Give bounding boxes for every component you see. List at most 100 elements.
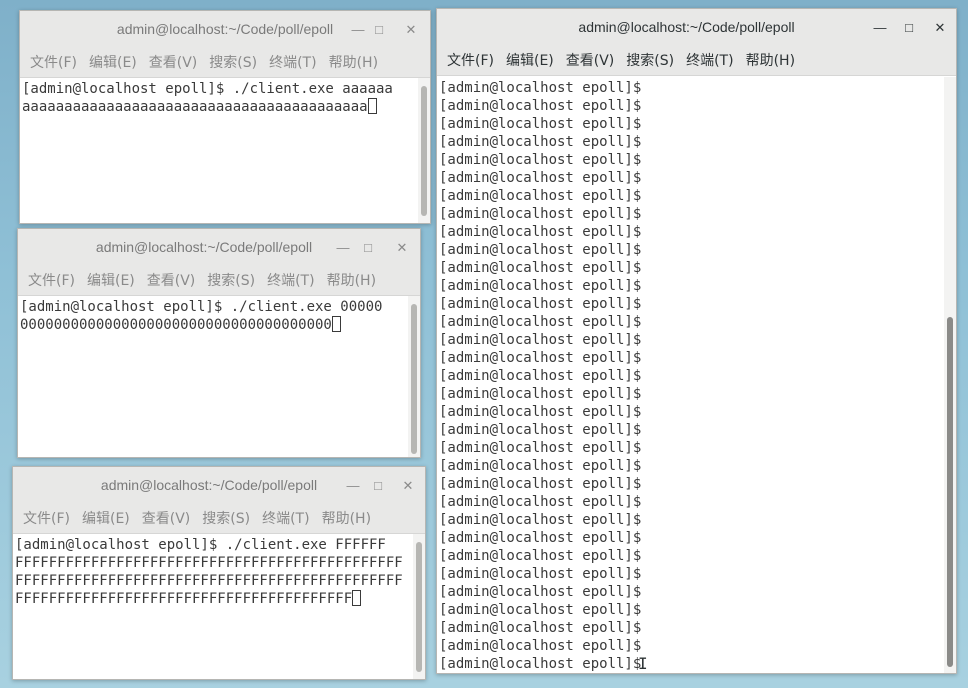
menu-terminal[interactable]: 终端(T) bbox=[252, 505, 309, 533]
terminal-line: aaaaaaaaaaaaaaaaaaaaaaaaaaaaaaaaaaaaaaaa… bbox=[22, 99, 368, 115]
terminal-line: [admin@localhost epoll]$ bbox=[439, 530, 642, 546]
scrollbar-thumb[interactable] bbox=[947, 317, 953, 667]
terminal-line: [admin@localhost epoll]$ bbox=[439, 512, 642, 528]
title-bar[interactable]: admin@localhost:~/Code/poll/epoll — □ ✕ bbox=[13, 467, 425, 505]
scrollbar[interactable] bbox=[418, 78, 430, 223]
maximize-button[interactable]: □ bbox=[899, 18, 919, 38]
menu-help[interactable]: 帮助(H) bbox=[312, 505, 371, 533]
scrollbar[interactable] bbox=[408, 296, 420, 457]
terminal-line: [admin@localhost epoll]$ bbox=[439, 314, 642, 330]
terminal-output[interactable]: [admin@localhost epoll]$ [admin@localhost… bbox=[437, 77, 944, 673]
menu-search[interactable]: 搜索(S) bbox=[192, 505, 250, 533]
scrollbar-thumb[interactable] bbox=[416, 542, 422, 672]
terminal-line: [admin@localhost epoll]$ bbox=[439, 350, 642, 366]
menu-file[interactable]: 文件(F) bbox=[437, 47, 494, 75]
scrollbar-thumb[interactable] bbox=[421, 86, 427, 216]
menu-terminal[interactable]: 终端(T) bbox=[676, 47, 733, 75]
terminal-line: [admin@localhost epoll]$ bbox=[439, 566, 642, 582]
menu-view[interactable]: 查看(V) bbox=[137, 267, 196, 295]
terminal-line: [admin@localhost epoll]$ bbox=[439, 206, 642, 222]
terminal-line: [admin@localhost epoll]$ bbox=[439, 170, 642, 186]
menu-search[interactable]: 搜索(S) bbox=[197, 267, 255, 295]
menu-terminal[interactable]: 终端(T) bbox=[259, 49, 316, 77]
terminal-line: [admin@localhost epoll]$ bbox=[439, 458, 642, 474]
terminal-output[interactable]: [admin@localhost epoll]$ ./client.exe aa… bbox=[20, 78, 418, 223]
terminal-window-client-a[interactable]: admin@localhost:~/Code/poll/epoll — □ ✕ … bbox=[19, 10, 431, 224]
menu-bar: 文件(F) 编辑(E) 查看(V) 搜索(S) 终端(T) 帮助(H) bbox=[13, 505, 425, 534]
menu-file[interactable]: 文件(F) bbox=[20, 49, 77, 77]
maximize-button[interactable]: □ bbox=[368, 476, 388, 496]
terminal-line: FFFFFFFFFFFFFFFFFFFFFFFFFFFFFFFFFFFFFFFF… bbox=[15, 573, 403, 589]
minimize-button[interactable]: — bbox=[333, 238, 353, 258]
close-button[interactable]: ✕ bbox=[392, 238, 412, 258]
menu-view[interactable]: 查看(V) bbox=[132, 505, 191, 533]
text-cursor bbox=[352, 590, 362, 606]
maximize-button[interactable]: □ bbox=[369, 20, 389, 40]
terminal-window-client-f[interactable]: admin@localhost:~/Code/poll/epoll — □ ✕ … bbox=[12, 466, 426, 680]
terminal-line: [admin@localhost epoll]$ bbox=[439, 620, 642, 636]
menu-view[interactable]: 查看(V) bbox=[556, 47, 615, 75]
menu-edit[interactable]: 编辑(E) bbox=[72, 505, 130, 533]
terminal-line: [admin@localhost epoll]$ bbox=[439, 386, 642, 402]
terminal-line: [admin@localhost epoll]$ bbox=[439, 296, 642, 312]
menu-edit[interactable]: 编辑(E) bbox=[496, 47, 554, 75]
mouse-text-cursor-icon: I bbox=[638, 654, 648, 673]
close-button[interactable]: ✕ bbox=[398, 476, 418, 496]
terminal-line: FFFFFFFFFFFFFFFFFFFFFFFFFFFFFFFFFFFFFFFF… bbox=[15, 555, 403, 571]
terminal-output[interactable]: [admin@localhost epoll]$ ./client.exe FF… bbox=[13, 534, 413, 679]
menu-search[interactable]: 搜索(S) bbox=[616, 47, 674, 75]
terminal-line: [admin@localhost epoll]$ bbox=[439, 368, 642, 384]
menu-edit[interactable]: 编辑(E) bbox=[77, 267, 135, 295]
menu-file[interactable]: 文件(F) bbox=[18, 267, 75, 295]
title-bar[interactable]: admin@localhost:~/Code/poll/epoll — □ ✕ bbox=[18, 229, 420, 267]
menu-help[interactable]: 帮助(H) bbox=[317, 267, 376, 295]
close-button[interactable]: ✕ bbox=[930, 18, 950, 38]
terminal-line: [admin@localhost epoll]$ bbox=[439, 134, 642, 150]
terminal-line: [admin@localhost epoll]$ bbox=[439, 278, 642, 294]
maximize-button[interactable]: □ bbox=[358, 238, 378, 258]
terminal-line: [admin@localhost epoll]$ bbox=[439, 476, 642, 492]
terminal-line: [admin@localhost epoll]$ bbox=[439, 116, 642, 132]
terminal-line: FFFFFFFFFFFFFFFFFFFFFFFFFFFFFFFFFFFFFFFF bbox=[15, 591, 353, 607]
terminal-line: 0000000000000000000000000000000000000 bbox=[20, 317, 332, 333]
terminal-line: [admin@localhost epoll]$ bbox=[439, 260, 642, 276]
menu-view[interactable]: 查看(V) bbox=[139, 49, 198, 77]
menu-bar: 文件(F) 编辑(E) 查看(V) 搜索(S) 终端(T) 帮助(H) bbox=[20, 49, 430, 78]
terminal-line: [admin@localhost epoll]$ bbox=[439, 602, 642, 618]
menu-file[interactable]: 文件(F) bbox=[13, 505, 70, 533]
menu-help[interactable]: 帮助(H) bbox=[319, 49, 378, 77]
minimize-button[interactable]: — bbox=[870, 18, 890, 38]
terminal-line: [admin@localhost epoll]$ ./client.exe 00… bbox=[20, 299, 383, 315]
terminal-line: [admin@localhost epoll]$ bbox=[439, 188, 642, 204]
menu-edit[interactable]: 编辑(E) bbox=[79, 49, 137, 77]
menu-bar: 文件(F) 编辑(E) 查看(V) 搜索(S) 终端(T) 帮助(H) bbox=[437, 47, 956, 76]
scrollbar-thumb[interactable] bbox=[411, 304, 417, 454]
terminal-line: [admin@localhost epoll]$ bbox=[439, 404, 642, 420]
terminal-line: [admin@localhost epoll]$ bbox=[439, 548, 642, 564]
window-title: admin@localhost:~/Code/poll/epoll bbox=[578, 19, 795, 35]
terminal-line: [admin@localhost epoll]$ bbox=[439, 98, 642, 114]
terminal-line: [admin@localhost epoll]$ ./client.exe FF… bbox=[15, 537, 386, 553]
close-button[interactable]: ✕ bbox=[401, 20, 421, 40]
terminal-output[interactable]: [admin@localhost epoll]$ ./client.exe 00… bbox=[18, 296, 408, 457]
terminal-line: [admin@localhost epoll]$ bbox=[439, 80, 642, 96]
terminal-line: [admin@localhost epoll]$ bbox=[439, 332, 642, 348]
scrollbar[interactable] bbox=[944, 77, 956, 673]
scrollbar[interactable] bbox=[413, 534, 425, 679]
terminal-window-client-0[interactable]: admin@localhost:~/Code/poll/epoll — □ ✕ … bbox=[17, 228, 421, 458]
title-bar[interactable]: admin@localhost:~/Code/poll/epoll — □ ✕ bbox=[437, 9, 956, 47]
terminal-line: [admin@localhost epoll]$ bbox=[439, 494, 642, 510]
terminal-window-server[interactable]: admin@localhost:~/Code/poll/epoll — □ ✕ … bbox=[436, 8, 957, 674]
menu-terminal[interactable]: 终端(T) bbox=[257, 267, 314, 295]
minimize-button[interactable]: — bbox=[343, 476, 363, 496]
text-cursor bbox=[331, 316, 341, 332]
text-cursor bbox=[367, 98, 377, 114]
terminal-line: [admin@localhost epoll]$ bbox=[439, 656, 642, 672]
title-bar[interactable]: admin@localhost:~/Code/poll/epoll — □ ✕ bbox=[20, 11, 430, 49]
terminal-line: [admin@localhost epoll]$ bbox=[439, 440, 642, 456]
menu-help[interactable]: 帮助(H) bbox=[736, 47, 795, 75]
terminal-line: [admin@localhost epoll]$ bbox=[439, 224, 642, 240]
menu-search[interactable]: 搜索(S) bbox=[199, 49, 257, 77]
minimize-button[interactable]: — bbox=[348, 20, 368, 40]
terminal-line: [admin@localhost epoll]$ ./client.exe aa… bbox=[22, 81, 393, 97]
